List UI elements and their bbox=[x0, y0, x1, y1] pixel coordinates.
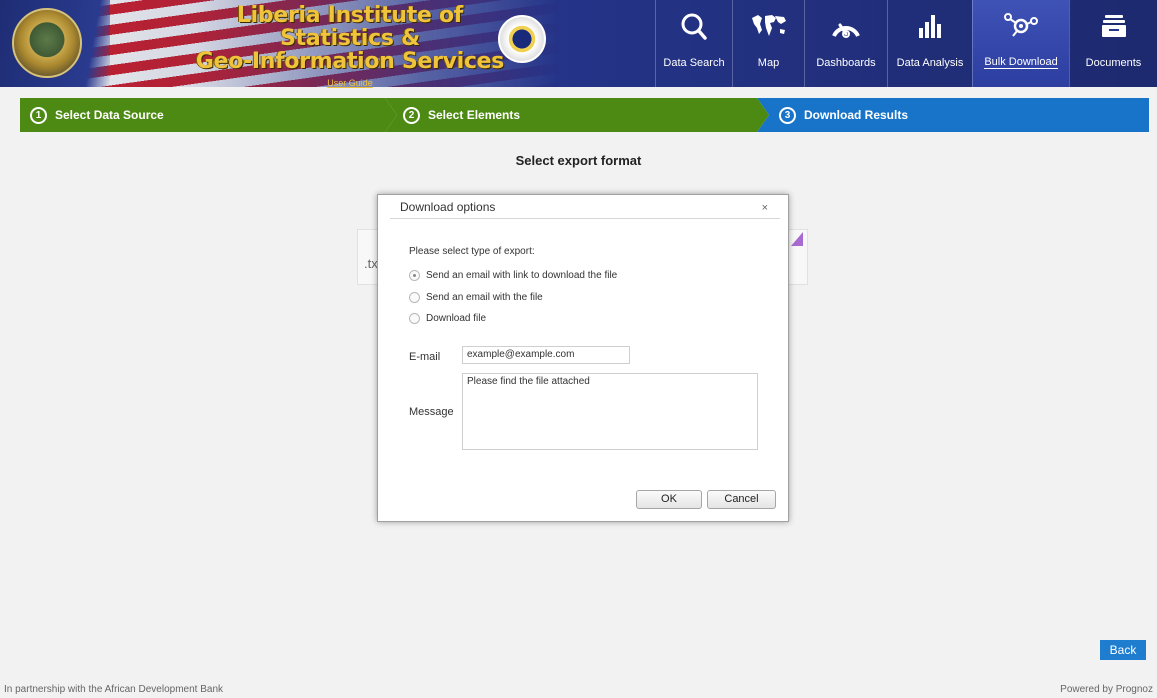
lisgis-logo bbox=[498, 15, 546, 63]
radio-button[interactable] bbox=[409, 292, 420, 303]
step-label: Download Results bbox=[804, 108, 909, 122]
step-number: 1 bbox=[30, 106, 47, 124]
footer-partnership: In partnership with the African Developm… bbox=[4, 684, 224, 695]
option-email-file[interactable]: Send an email with the file bbox=[409, 292, 543, 303]
radio-label: Download file bbox=[426, 313, 487, 324]
cancel-button[interactable]: Cancel bbox=[707, 490, 776, 509]
radio-button[interactable] bbox=[409, 270, 420, 281]
step-download-results[interactable]: 3 Download Results bbox=[757, 98, 1149, 132]
option-download-file[interactable]: Download file bbox=[409, 313, 486, 324]
nav-data-search[interactable]: Data Search bbox=[655, 0, 732, 87]
step-select-elements[interactable]: 2 Select Elements bbox=[385, 98, 769, 132]
message-textarea[interactable]: Please find the file attached bbox=[462, 373, 758, 450]
pdf-corner-icon bbox=[791, 232, 803, 246]
header: Liberia Institute of Statistics & Geo-In… bbox=[0, 0, 1157, 88]
back-button[interactable]: Back bbox=[1100, 640, 1146, 660]
search-icon bbox=[681, 13, 707, 40]
nav-dashboards[interactable]: Dashboards bbox=[804, 0, 887, 87]
nav-label: Documents bbox=[1085, 57, 1142, 69]
world-map-icon bbox=[751, 15, 786, 36]
nav-data-analysis[interactable]: Data Analysis bbox=[887, 0, 972, 87]
network-nodes-icon bbox=[1004, 13, 1038, 37]
message-label: Message bbox=[409, 406, 454, 418]
radio-button[interactable] bbox=[409, 313, 420, 324]
nav-bulk-download[interactable]: Bulk Download bbox=[972, 0, 1069, 87]
gauge-icon bbox=[832, 23, 860, 38]
email-label: E-mail bbox=[409, 351, 441, 363]
nav-map[interactable]: Map bbox=[732, 0, 804, 87]
footer-powered-by: Powered by Prognoz bbox=[1060, 684, 1153, 695]
liberia-seal-logo bbox=[12, 8, 82, 78]
site-title: Liberia Institute of Statistics & Geo-In… bbox=[180, 4, 520, 91]
option-email-link[interactable]: Send an email with link to download the … bbox=[409, 270, 617, 281]
dialog-title: Download options bbox=[400, 200, 496, 214]
step-select-data-source[interactable]: 1 Select Data Source bbox=[20, 98, 397, 132]
main-nav: Data Search Map Dashboards Data Analysis… bbox=[655, 0, 1157, 87]
bar-chart-icon bbox=[919, 15, 941, 38]
ok-button[interactable]: OK bbox=[636, 490, 702, 509]
format-tile-label: .tx bbox=[364, 256, 378, 271]
radio-label: Send an email with the file bbox=[426, 292, 543, 303]
nav-label: Data Search bbox=[663, 57, 725, 69]
nav-documents[interactable]: Documents bbox=[1069, 0, 1157, 87]
nav-label: Map bbox=[757, 57, 780, 69]
site-title-line2: Geo-Information Services bbox=[195, 49, 505, 74]
nav-label: Data Analysis bbox=[896, 57, 964, 69]
close-icon[interactable]: × bbox=[762, 202, 768, 214]
nav-label: Dashboards bbox=[816, 57, 876, 69]
document-stack-icon bbox=[1101, 15, 1126, 37]
wizard-steps: 1 Select Data Source 2 Select Elements 3… bbox=[20, 98, 1149, 132]
step-label: Select Elements bbox=[428, 108, 521, 122]
dialog-divider bbox=[390, 218, 780, 219]
email-field[interactable]: example@example.com bbox=[462, 346, 630, 364]
export-type-label: Please select type of export: bbox=[409, 246, 535, 257]
nav-label: Bulk Download bbox=[984, 56, 1058, 69]
radio-label: Send an email with link to download the … bbox=[426, 270, 618, 281]
step-label: Select Data Source bbox=[55, 108, 164, 122]
site-title-line1: Liberia Institute of Statistics & bbox=[236, 3, 464, 51]
user-guide-link[interactable]: User Guide bbox=[327, 78, 373, 88]
step-number: 3 bbox=[779, 106, 796, 124]
step-number: 2 bbox=[403, 106, 420, 124]
download-options-dialog: Download options × Please select type of… bbox=[377, 194, 789, 522]
export-format-heading: Select export format bbox=[515, 153, 642, 168]
